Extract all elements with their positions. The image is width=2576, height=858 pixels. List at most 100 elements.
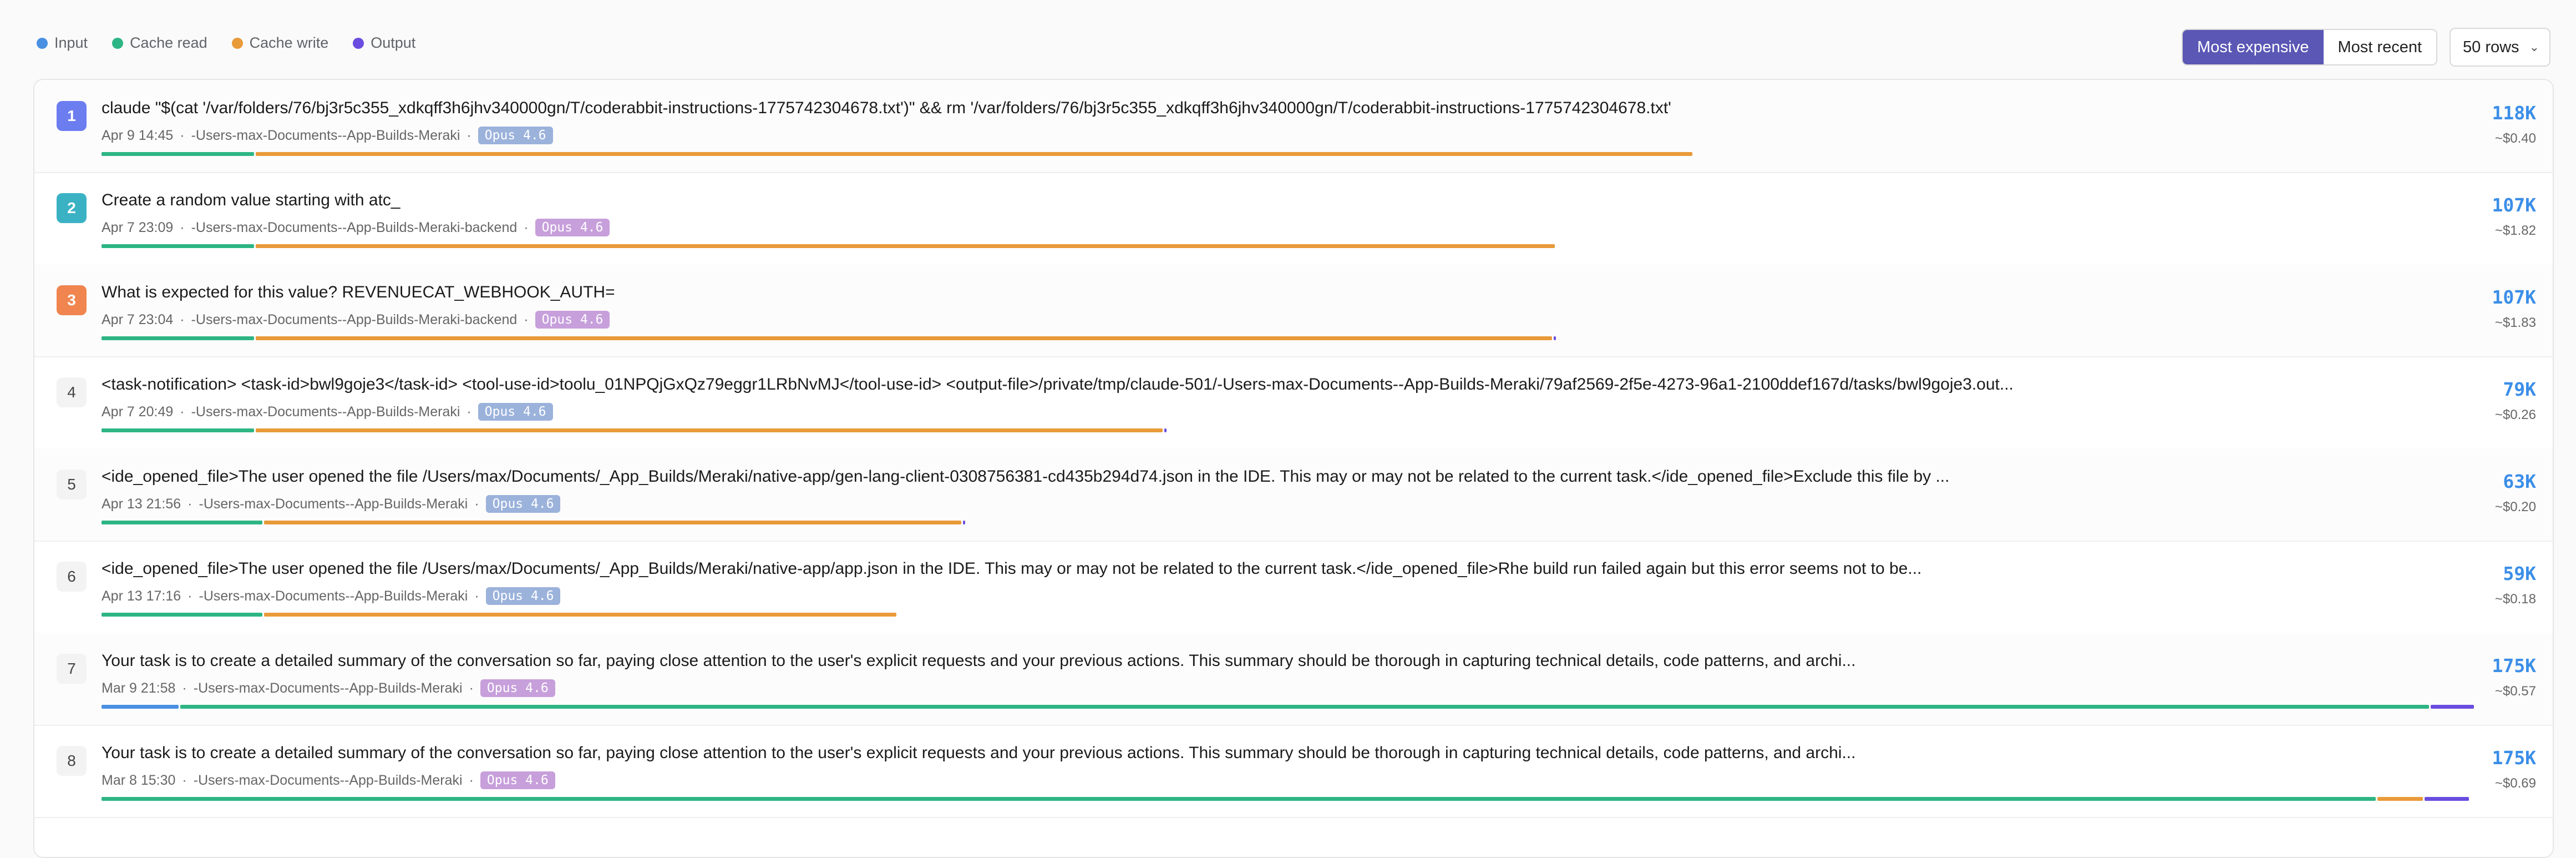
- token-usage-segment: [102, 152, 254, 156]
- separator: ·: [469, 680, 474, 696]
- legend-dot-icon: [231, 37, 243, 49]
- separator: ·: [180, 311, 185, 327]
- session-list: 1 claude "$(cat '/var/folders/76/bj3r5c35…: [33, 79, 2554, 858]
- rank-badge: 3: [57, 285, 87, 315]
- token-usage-bar: [102, 797, 2471, 801]
- session-date: Mar 9 21:58: [102, 680, 176, 696]
- token-count: 175K: [2492, 655, 2536, 677]
- session-meta: Mar 8 15:30 · -Users-max-Documents--App-Bu…: [102, 771, 555, 789]
- session-row[interactable]: 3 What is expected for this value? REVENU…: [34, 264, 2553, 357]
- token-usage-bar: [102, 428, 1168, 432]
- model-badge: Opus 4.6: [480, 679, 555, 697]
- session-cost: ~$0.40: [2494, 131, 2536, 146]
- session-title: <ide_opened_file>The user opened the fil…: [102, 559, 1922, 578]
- rank-badge: 2: [57, 193, 87, 223]
- legend-item: Output: [353, 34, 415, 52]
- session-title: claude "$(cat '/var/folders/76/bj3r5c355…: [102, 99, 1671, 117]
- token-usage-segment: [963, 521, 965, 524]
- token-count: 175K: [2492, 747, 2536, 769]
- session-cost: ~$0.20: [2494, 499, 2536, 514]
- model-badge: Opus 4.6: [478, 403, 553, 421]
- token-usage-segment: [264, 521, 961, 524]
- session-cost: ~$0.18: [2494, 592, 2536, 607]
- token-usage-segment: [256, 244, 1555, 248]
- session-row[interactable]: 7 Your task is to create a detailed summa…: [34, 633, 2553, 726]
- session-project: -Users-max-Documents--App-Builds-Meraki-…: [191, 311, 518, 327]
- separator: ·: [180, 127, 185, 143]
- legend-dot-icon: [112, 37, 124, 49]
- session-cost: ~$0.57: [2494, 684, 2536, 699]
- model-badge: Opus 4.6: [478, 127, 553, 144]
- top-toolbar: Input Cache read Cache write Output Most ex…: [0, 0, 2576, 83]
- token-usage-segment: [256, 336, 1552, 340]
- token-usage-segment: [102, 613, 262, 617]
- session-row[interactable]: 5 <ide_opened_file>The user opened the fi…: [34, 448, 2553, 542]
- list-controls: Most expensive Most recent 50 rows ⌄: [2182, 28, 2550, 67]
- token-usage-segment: [102, 428, 254, 432]
- session-meta: Apr 7 20:49 · -Users-max-Documents--App-Bu…: [102, 403, 553, 421]
- rows-per-page-select[interactable]: 50 rows ⌄: [2450, 28, 2550, 67]
- token-usage-segment: [180, 705, 2429, 709]
- model-badge: Opus 4.6: [485, 495, 561, 513]
- legend-dot-icon: [37, 37, 48, 49]
- session-project: -Users-max-Documents--App-Builds-Meraki-…: [191, 219, 518, 235]
- token-usage-segment: [102, 521, 262, 524]
- separator: ·: [182, 680, 187, 696]
- sort-most-expensive-button[interactable]: Most expensive: [2183, 30, 2324, 64]
- session-title: Your task is to create a detailed summar…: [102, 652, 1856, 670]
- session-meta: Apr 13 21:56 · -Users-max-Documents--App-B…: [102, 495, 561, 513]
- session-project: -Users-max-Documents--App-Builds-Meraki: [199, 588, 468, 604]
- separator: ·: [180, 219, 185, 235]
- sort-most-recent-button[interactable]: Most recent: [2323, 30, 2437, 64]
- rank-badge: 7: [57, 654, 87, 684]
- session-meta: Apr 7 23:04 · -Users-max-Documents--App-Bu…: [102, 311, 610, 329]
- legend-label: Output: [371, 34, 416, 51]
- session-date: Apr 13 21:56: [102, 496, 181, 512]
- token-usage-segment: [102, 244, 254, 248]
- session-meta: Mar 9 21:58 · -Users-max-Documents--App-Bu…: [102, 679, 555, 697]
- session-project: -Users-max-Documents--App-Builds-Meraki: [191, 403, 460, 420]
- separator: ·: [474, 588, 479, 604]
- session-row[interactable]: 6 <ide_opened_file>The user opened the fi…: [34, 541, 2553, 634]
- session-row[interactable]: 1 claude "$(cat '/var/folders/76/bj3r5c35…: [34, 80, 2553, 173]
- separator: ·: [466, 403, 471, 420]
- session-row[interactable]: 8 Your task is to create a detailed summa…: [34, 725, 2553, 818]
- session-row[interactable]: 2 Create a random value starting with atc…: [34, 172, 2553, 265]
- token-usage-bar: [102, 244, 1556, 248]
- token-usage-bar: [102, 521, 967, 524]
- session-meta: Apr 7 23:09 · -Users-max-Documents--App-Bu…: [102, 219, 610, 236]
- session-date: Apr 13 17:16: [102, 588, 181, 604]
- session-date: Apr 7 23:04: [102, 311, 174, 327]
- model-badge: Opus 4.6: [535, 219, 610, 236]
- separator: ·: [524, 219, 529, 235]
- legend-dot-icon: [353, 37, 364, 49]
- session-title: Your task is to create a detailed summar…: [102, 744, 1856, 762]
- session-project: -Users-max-Documents--App-Builds-Meraki: [193, 680, 463, 696]
- token-usage-segment: [102, 336, 254, 340]
- rank-badge: 6: [57, 562, 87, 592]
- token-usage-segment: [256, 152, 1692, 156]
- separator: ·: [182, 772, 187, 788]
- legend-label: Input: [54, 34, 88, 51]
- token-usage-segment: [2431, 705, 2474, 709]
- legend-item: Input: [37, 34, 88, 52]
- legend-label: Cache write: [249, 34, 329, 51]
- session-meta: Apr 9 14:45 · -Users-max-Documents--App-Bu…: [102, 127, 553, 144]
- separator: ·: [474, 496, 479, 512]
- session-meta: Apr 13 17:16 · -Users-max-Documents--App-B…: [102, 587, 561, 605]
- token-usage-bar: [102, 705, 2476, 709]
- session-cost: ~$0.69: [2494, 776, 2536, 791]
- session-date: Mar 8 15:30: [102, 772, 176, 788]
- rank-badge: 5: [57, 470, 87, 499]
- token-usage-segment: [1554, 336, 1556, 340]
- legend-item: Cache read: [112, 34, 207, 52]
- session-row[interactable]: 4 <task-notification> <task-id>bwl9goje3<…: [34, 356, 2553, 450]
- session-project: -Users-max-Documents--App-Builds-Meraki: [193, 772, 463, 788]
- token-usage-bar: [102, 152, 1694, 156]
- model-badge: Opus 4.6: [485, 587, 561, 605]
- legend-label: Cache read: [130, 34, 207, 51]
- session-project: -Users-max-Documents--App-Builds-Meraki: [191, 127, 460, 143]
- token-usage-segment: [1164, 428, 1167, 432]
- token-usage-bar: [102, 336, 1558, 340]
- token-count: 79K: [2503, 378, 2536, 400]
